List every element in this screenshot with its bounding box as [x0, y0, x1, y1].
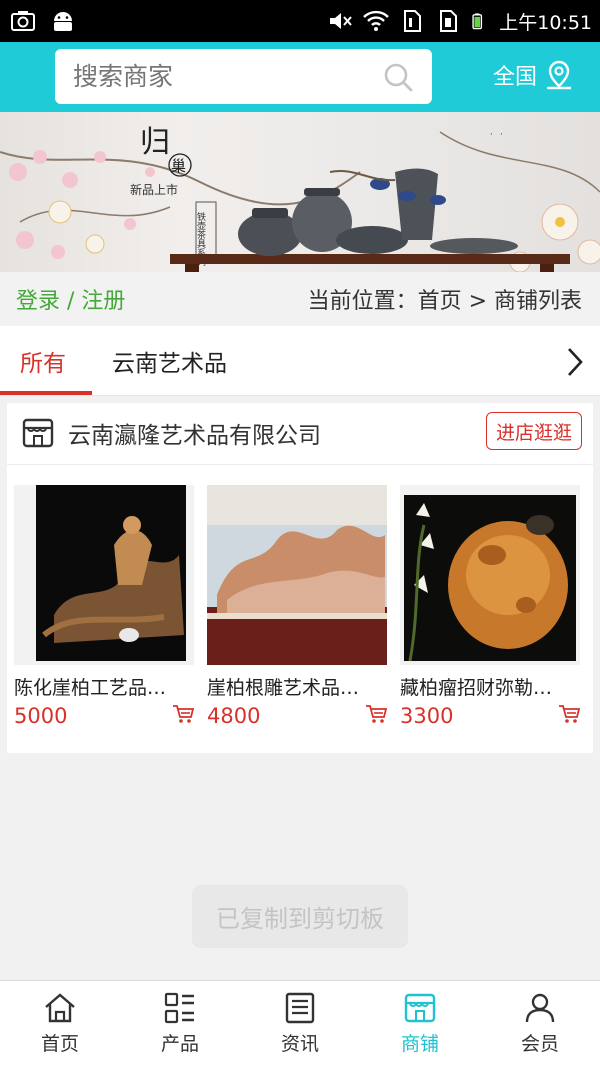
product-title[interactable]: 陈化崖柏工艺品… [14, 673, 186, 700]
tab-all[interactable]: 所有 [20, 344, 66, 378]
nav-item-products[interactable]: 产品 [120, 981, 240, 1067]
shop-card: 云南瀛隆艺术品有限公司 进店逛逛 陈化崖柏工艺品… 5000 崖柏根雕艺术品… … [7, 403, 593, 753]
product-title[interactable]: 藏柏瘤招财弥勒… [400, 673, 572, 700]
nav-item-news[interactable]: 资讯 [240, 981, 360, 1067]
banner-headline: 归 [140, 125, 170, 160]
home-icon [45, 993, 75, 1023]
product-image[interactable] [207, 485, 387, 665]
category-tabs: 所有 云南艺术品 [0, 326, 600, 396]
product-price: 3300 [400, 704, 454, 728]
search-icon[interactable] [382, 61, 414, 93]
chevron-right-icon[interactable] [562, 346, 588, 378]
toast-message: 已复制到剪切板 [192, 885, 408, 948]
breadcrumb: 当前位置：首页 > 商铺列表 [307, 289, 582, 314]
visit-shop-button[interactable]: 进店逛逛 [486, 412, 582, 450]
nav-label: 商铺 [400, 1033, 439, 1055]
product-price: 5000 [14, 704, 68, 728]
nav-item-shops[interactable]: 商铺 [360, 981, 480, 1067]
region-selector[interactable]: 全国 [493, 59, 575, 91]
sim1-icon [404, 10, 422, 32]
app-header: 全国 [0, 42, 600, 112]
banner-art: 归 巢 新品上市 铁壶茶具系列 · · [0, 125, 600, 272]
status-bar: 上午10:51 [0, 0, 600, 42]
product-card[interactable]: 藏柏瘤招财弥勒… 3300 [400, 485, 580, 728]
banner-tag: 巢 [171, 157, 186, 175]
tab-yunnan-art[interactable]: 云南艺术品 [112, 344, 227, 378]
region-label: 全国 [493, 65, 538, 90]
location-bar: 登录 / 注册 当前位置：首页 > 商铺列表 [0, 272, 600, 326]
cart-icon[interactable] [558, 703, 580, 725]
wifi-icon [363, 10, 390, 31]
store-icon [22, 418, 54, 448]
svg-text:·: · [490, 130, 493, 140]
battery-icon [472, 13, 483, 30]
bottom-nav: 首页 产品 资讯 商铺 会员 [0, 980, 600, 1067]
search-input[interactable] [73, 62, 363, 91]
nav-label: 首页 [40, 1033, 79, 1055]
nav-item-home[interactable]: 首页 [0, 981, 120, 1067]
android-icon [54, 12, 72, 31]
camera-icon [11, 11, 35, 31]
svg-text:·: · [500, 130, 503, 140]
product-image[interactable] [400, 485, 580, 665]
mute-icon [330, 13, 352, 29]
banner-subtitle: 新品上市 [130, 182, 178, 197]
nav-label: 会员 [520, 1033, 559, 1055]
nav-label: 资讯 [280, 1033, 319, 1055]
nav-label: 产品 [160, 1033, 199, 1055]
product-image[interactable] [14, 485, 194, 665]
shop-icon [404, 993, 436, 1023]
status-time: 上午10:51 [499, 11, 592, 34]
cart-icon[interactable] [172, 703, 194, 725]
grid-list-icon [164, 992, 194, 1024]
promo-banner[interactable]: 归 巢 新品上市 铁壶茶具系列 · · [0, 112, 600, 272]
product-list: 陈化崖柏工艺品… 5000 崖柏根雕艺术品… 4800 藏柏瘤招财弥勒… 330… [7, 485, 593, 735]
product-price: 4800 [207, 704, 261, 728]
nav-item-member[interactable]: 会员 [480, 981, 600, 1067]
shop-name[interactable]: 云南瀛隆艺术品有限公司 [68, 416, 321, 450]
login-register-link[interactable]: 登录 / 注册 [16, 283, 125, 315]
shop-header: 云南瀛隆艺术品有限公司 进店逛逛 [7, 403, 593, 465]
cart-icon[interactable] [365, 703, 387, 725]
sim2-icon [440, 10, 458, 32]
news-icon [285, 992, 315, 1024]
product-card[interactable]: 陈化崖柏工艺品… 5000 [14, 485, 194, 728]
user-icon [525, 993, 555, 1023]
active-tab-indicator [0, 391, 92, 395]
product-title[interactable]: 崖柏根雕艺术品… [207, 673, 379, 700]
search-box[interactable] [55, 49, 432, 104]
location-pin-icon [547, 60, 572, 90]
product-card[interactable]: 崖柏根雕艺术品… 4800 [207, 485, 387, 728]
